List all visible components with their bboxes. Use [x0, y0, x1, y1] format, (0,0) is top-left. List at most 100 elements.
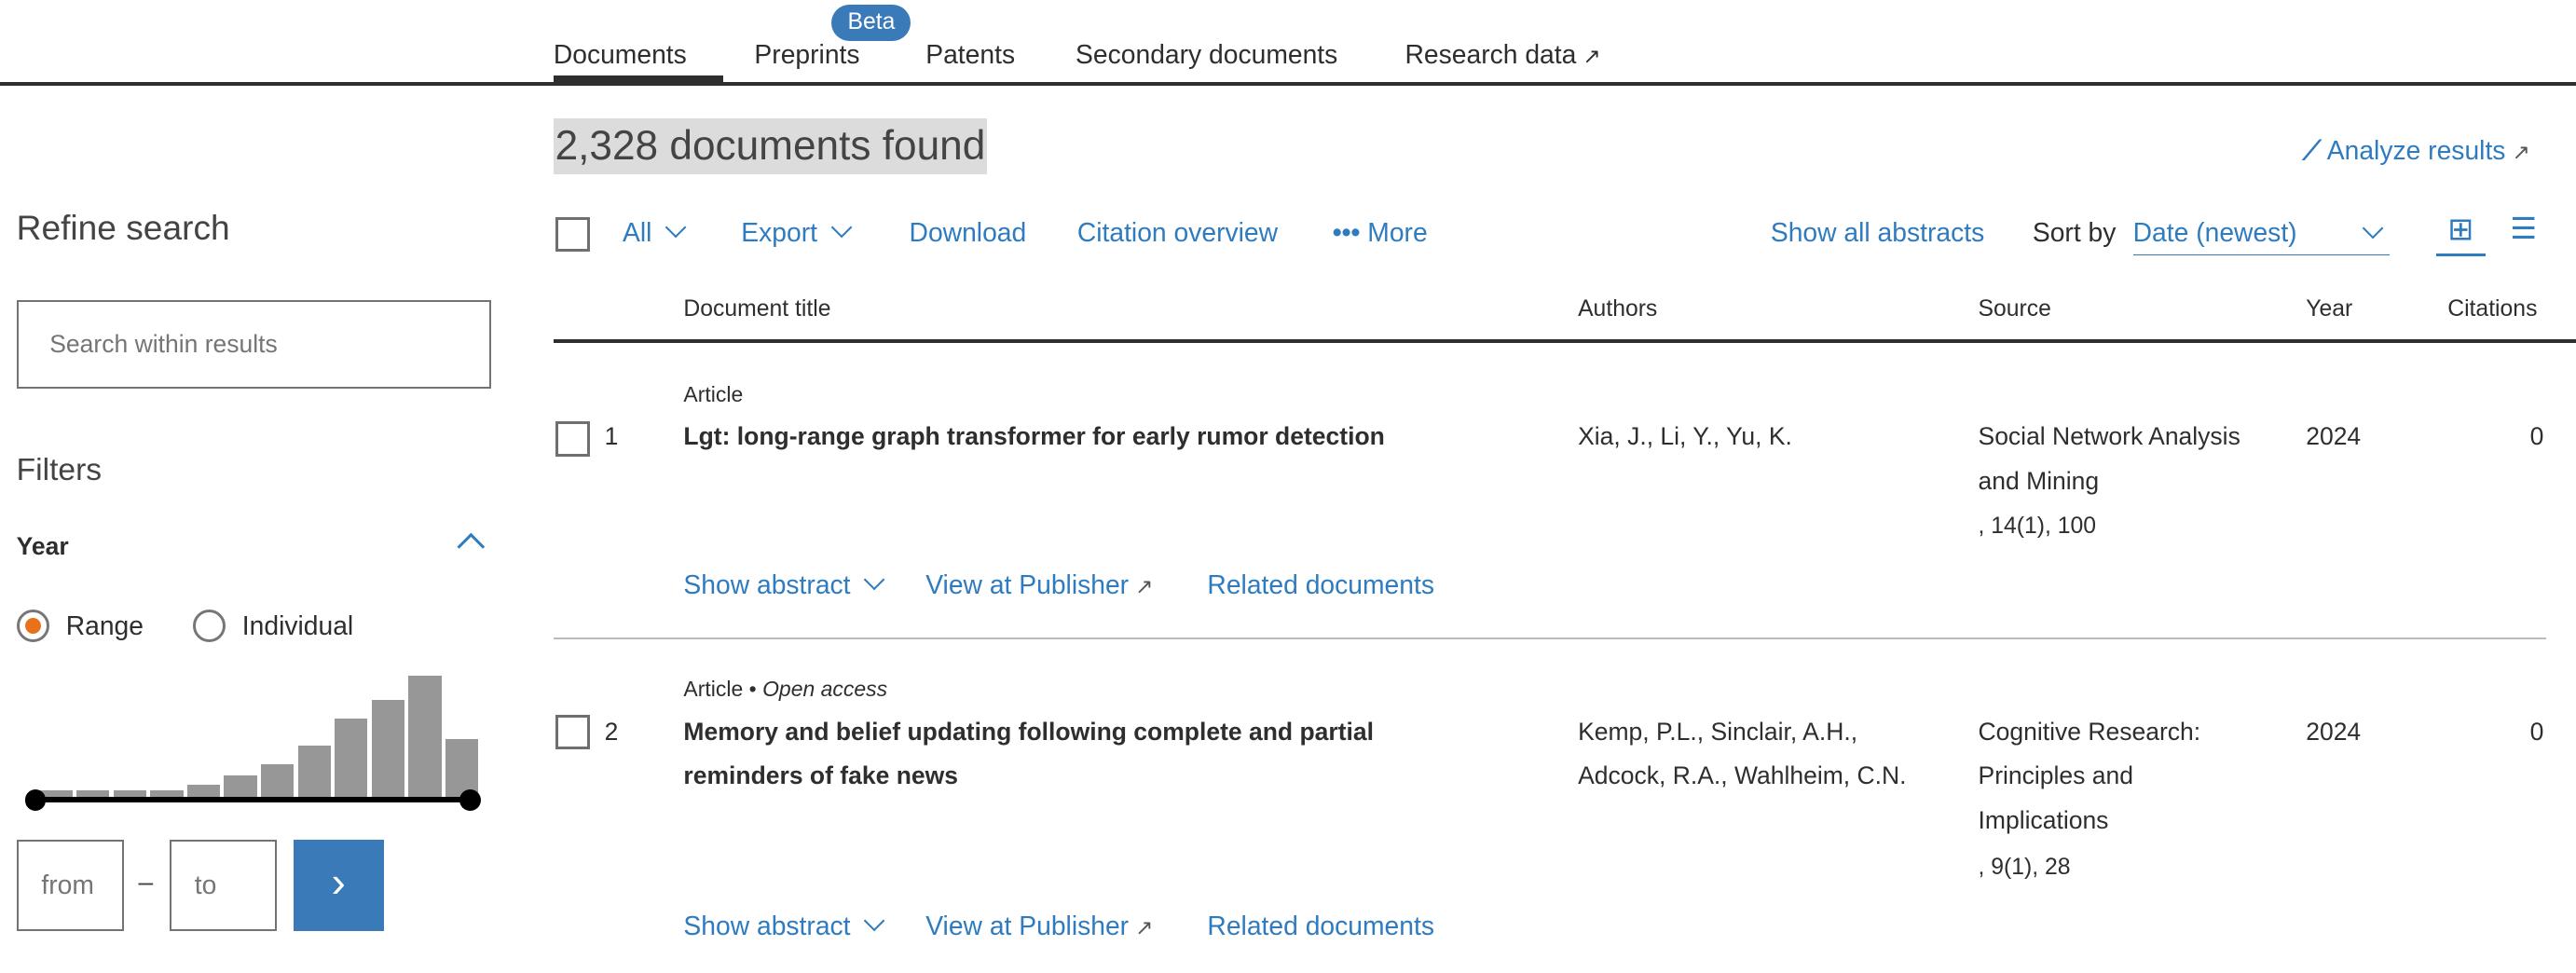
apply-range-button[interactable]: › — [293, 840, 384, 931]
source-title[interactable]: Social Network Analysis and Mining — [1979, 415, 2275, 503]
year-filter-heading: Year — [16, 531, 69, 560]
citation-overview-button[interactable]: Citation overview — [1077, 217, 1278, 248]
all-label: All — [623, 217, 652, 248]
document-type: Article — [683, 382, 744, 406]
row-divider — [553, 637, 2547, 639]
view-at-publisher-link[interactable]: View at Publisher ↗ — [925, 569, 1153, 600]
active-tab-indicator — [553, 75, 723, 83]
export-label: Export — [741, 217, 817, 248]
tab-label: Preprints — [754, 39, 860, 70]
tab-documents[interactable]: Documents — [554, 39, 687, 70]
histogram-bar — [224, 774, 257, 798]
year-to-input[interactable] — [170, 840, 277, 931]
related-documents-link[interactable]: Related documents — [1207, 911, 1434, 941]
histogram-bar — [186, 785, 221, 798]
related-documents-link[interactable]: Related documents — [1207, 569, 1434, 600]
search-results-page: Documents Preprints Beta Patents Seconda… — [0, 0, 2576, 973]
tab-label: Research data — [1404, 39, 1577, 70]
radio-selected-icon — [16, 609, 50, 643]
histogram-bar — [297, 745, 331, 798]
chevron-down-icon — [665, 216, 687, 239]
slider-handle-min[interactable] — [24, 788, 47, 811]
histogram-bar — [75, 790, 110, 798]
select-all-checkbox[interactable] — [555, 217, 590, 253]
sort-label: Sort by — [2032, 217, 2117, 248]
range-dash: – — [138, 866, 154, 897]
histogram-bar — [150, 790, 184, 798]
search-within-results-input[interactable] — [16, 299, 491, 390]
view-publisher-label: View at Publisher — [925, 911, 1130, 941]
show-all-abstracts-button[interactable]: Show all abstracts — [1771, 217, 1984, 248]
column-header-source[interactable]: Source — [1979, 296, 2051, 322]
range-radio[interactable]: Range — [16, 609, 144, 643]
tab-patents[interactable]: Patents — [925, 39, 1015, 70]
histogram-bar — [371, 700, 405, 798]
row-number: 2 — [604, 717, 619, 746]
analyze-label: Analyze results — [2326, 134, 2506, 165]
select-all-dropdown[interactable]: All — [623, 216, 687, 248]
year-from-input[interactable] — [16, 840, 124, 931]
citations: 0 — [2529, 422, 2544, 451]
show-abstract-label: Show abstract — [683, 911, 851, 941]
sort-select[interactable]: Date (newest) — [2132, 217, 2391, 256]
authors[interactable]: Kemp, P.L., Sinclair, A.H., Adcock, R.A.… — [1578, 710, 1924, 799]
list-view-icon[interactable]: ☰ — [2510, 211, 2537, 246]
histogram-bar — [408, 675, 442, 798]
tab-label: Documents — [553, 39, 687, 70]
tab-preprints[interactable]: Preprints — [754, 39, 859, 70]
chevron-right-icon: › — [331, 857, 346, 907]
external-link-icon: ↗ — [1135, 574, 1154, 599]
chevron-up-icon[interactable] — [457, 532, 485, 561]
tab-secondary-documents[interactable]: Secondary documents — [1076, 39, 1337, 70]
more-label: More — [1367, 217, 1428, 248]
tab-label: Secondary documents — [1076, 39, 1338, 70]
tab-research-data[interactable]: Research data ↗ — [1405, 39, 1601, 70]
year: 2024 — [2306, 422, 2362, 451]
external-link-icon: ↗ — [1583, 44, 1601, 69]
open-access-label: Open access — [762, 677, 888, 702]
year: 2024 — [2306, 717, 2362, 746]
beta-badge: Beta — [831, 5, 911, 42]
individual-label: Individual — [241, 610, 354, 641]
document-title-link[interactable]: Lgt: long-range graph transformer for ea… — [683, 415, 1384, 459]
histogram-bar — [113, 790, 146, 798]
grid-view-icon[interactable]: ⊞ — [2435, 211, 2486, 257]
document-title-link[interactable]: Memory and belief updating following com… — [683, 710, 1458, 799]
histogram-bar — [335, 719, 368, 798]
column-header-citations[interactable]: Citations — [2447, 296, 2537, 322]
column-header-title[interactable]: Document title — [683, 296, 830, 322]
row-number: 1 — [604, 422, 619, 451]
download-button[interactable]: Download — [910, 217, 1027, 248]
radio-unselected-icon — [192, 609, 226, 643]
source-detail: , 9(1), 28 — [1978, 854, 2071, 880]
tab-divider — [0, 82, 2576, 86]
chevron-down-icon — [2362, 217, 2384, 240]
document-type: Article — [683, 677, 744, 702]
individual-radio[interactable]: Individual — [192, 609, 354, 643]
authors[interactable]: Xia, J., Li, Y., Yu, K. — [1578, 415, 1940, 459]
source-detail: , 14(1), 100 — [1978, 513, 2097, 539]
more-button[interactable]: ••• More — [1333, 217, 1428, 248]
show-abstract-button[interactable]: Show abstract — [683, 910, 885, 941]
filters-heading: Filters — [16, 453, 103, 487]
view-at-publisher-link[interactable]: View at Publisher ↗ — [925, 911, 1153, 941]
header-divider — [553, 339, 2576, 343]
analyze-results-link[interactable]: ⟋ Analyze results ↗ — [2303, 135, 2530, 167]
slider-handle-max[interactable] — [459, 788, 482, 811]
refine-search-heading: Refine search — [16, 207, 230, 247]
export-dropdown[interactable]: Export — [741, 216, 853, 248]
view-publisher-label: View at Publisher — [925, 569, 1130, 600]
results-count: 2,328 documents found — [553, 118, 988, 175]
row-checkbox[interactable] — [555, 715, 590, 750]
row-checkbox[interactable] — [555, 421, 590, 457]
column-header-year[interactable]: Year — [2306, 296, 2352, 322]
more-dots-icon: ••• — [1332, 217, 1361, 248]
histogram-bar — [445, 738, 479, 798]
histogram-bar — [260, 764, 295, 798]
column-header-authors[interactable]: Authors — [1578, 296, 1657, 322]
range-slider-track[interactable] — [35, 797, 472, 802]
source-title[interactable]: Cognitive Research: Principles and Impli… — [1979, 710, 2258, 843]
show-abstract-button[interactable]: Show abstract — [683, 569, 885, 600]
citations: 0 — [2529, 717, 2544, 746]
document-meta: Article • Open access — [683, 677, 888, 702]
